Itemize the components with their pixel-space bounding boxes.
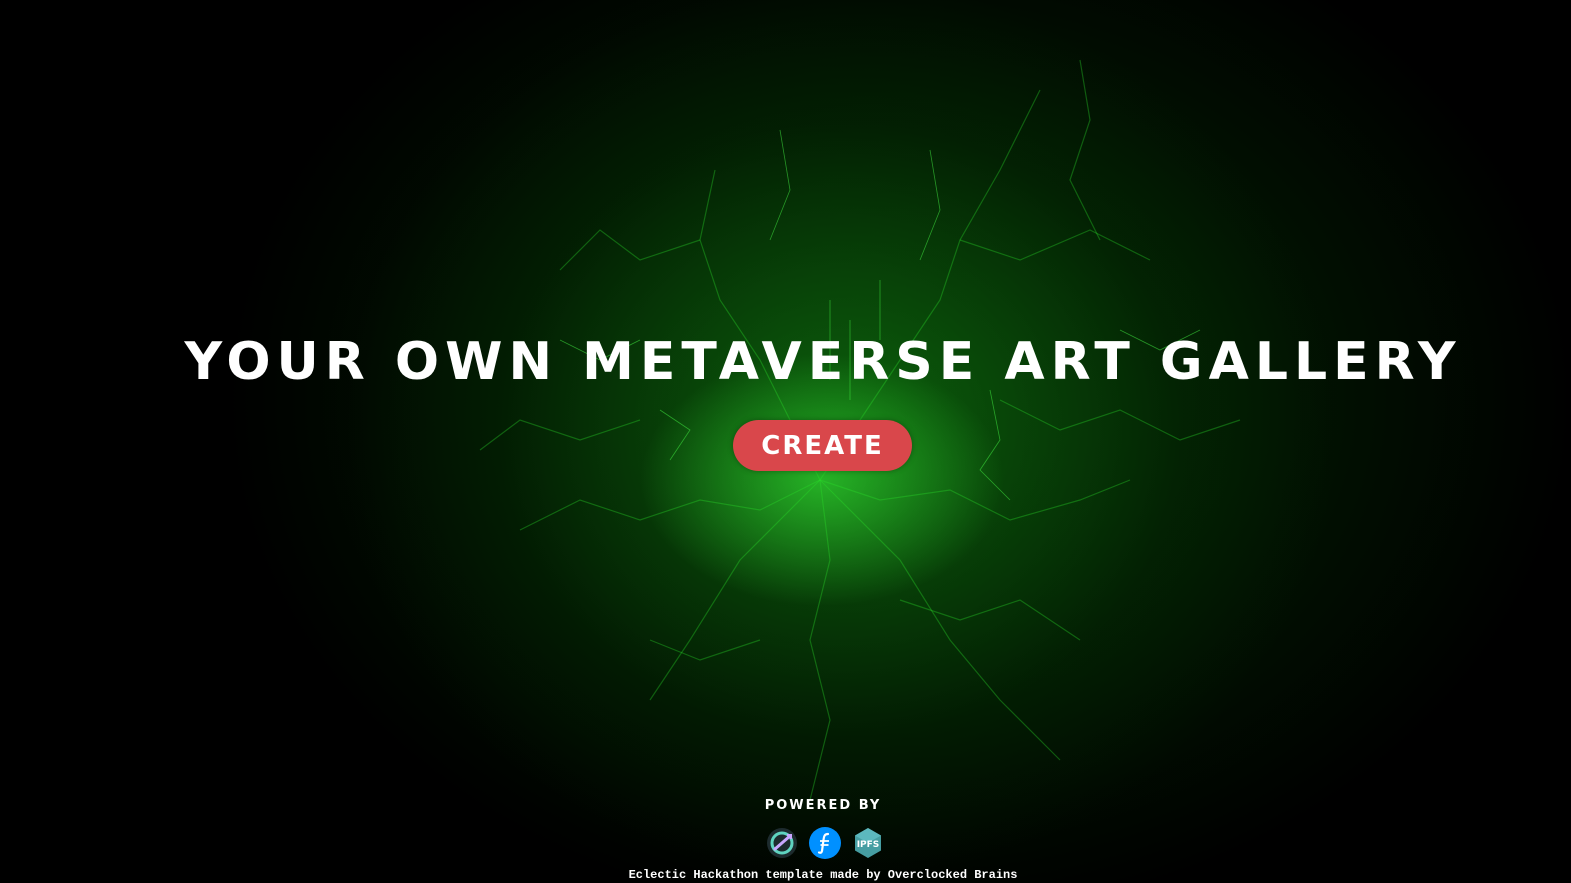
- ipfs-logo-text: IPFS: [857, 840, 880, 850]
- powered-by-label: POWERED BY: [764, 798, 882, 813]
- hero-background: YOUR OWN METAVERSE ART GALLERY CREATE PO…: [0, 0, 1571, 883]
- circular-arrows-logo-icon[interactable]: [766, 827, 798, 859]
- sponsor-logos: IPFS: [766, 827, 884, 859]
- ipfs-logo-icon[interactable]: IPFS: [852, 827, 884, 859]
- footer-credit: Eclectic Hackathon template made by Over…: [628, 868, 1018, 882]
- page-title: YOUR OWN METAVERSE ART GALLERY: [184, 332, 1462, 392]
- filecoin-logo-icon[interactable]: [809, 827, 841, 859]
- create-button[interactable]: CREATE: [733, 420, 912, 471]
